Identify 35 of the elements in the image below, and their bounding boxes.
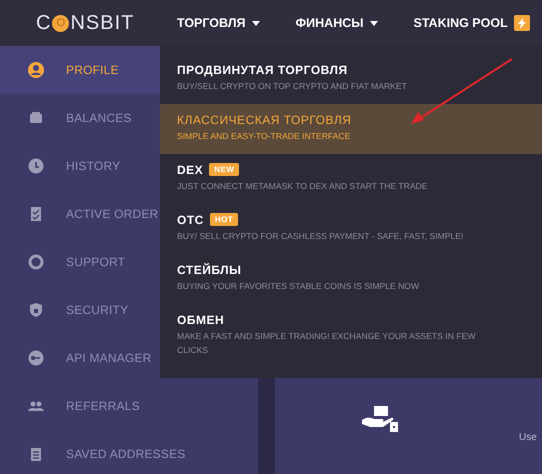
badge: HOT [210, 213, 238, 226]
menu-item[interactable]: OTC $^{HOT}$ BUY/ SELL CRYPTO FOR CASHLESS PAYMENT - SAFE, FAST, SIMPLE! [160, 204, 542, 254]
key-icon [28, 350, 44, 366]
menu-item[interactable]: DEX $^{NEW}$ JUST CONNECT METAMASK TO DEX AND START THE TRADE [160, 154, 542, 204]
stat-label: Use [519, 431, 537, 445]
sidebar-item[interactable]: SAVED ADDRESSES [0, 430, 258, 474]
menu-item[interactable]: КЛАССИЧЕСКАЯ ТОРГОВЛЯ SIMPLE AND EASY-TO-TRADE INTERFACE [160, 104, 542, 154]
notepad-icon [28, 446, 44, 462]
sidebar-item[interactable]: REFERRALS [0, 382, 258, 430]
hand-icon [360, 404, 400, 432]
menu-item-subtitle: BUY/ SELL CRYPTO FOR CASHLESS PAYMENT - SAFE, FAST, SIMPLE! [177, 230, 464, 243]
menu-item-title: СТЕЙБЛЫ [177, 262, 242, 279]
nav-menu-item[interactable]: ФИНАНСЫ [296, 14, 378, 32]
user-icon [28, 62, 44, 78]
menu-item-subtitle: BUYING YOUR FAVORITES STABLE COINS IS SIMPLE NOW [177, 280, 420, 293]
menu-item-title: КЛАССИЧЕСКАЯ ТОРГОВЛЯ [177, 112, 352, 129]
wallet-icon [28, 110, 44, 126]
menu-item-title: ОБМЕН [177, 312, 226, 329]
bolt-icon [514, 15, 530, 31]
menu-item-subtitle: JUST CONNECT METAMASK TO DEX AND START THE TRADE [177, 180, 429, 193]
menu-item-subtitle: SIMPLE AND EASY-TO-TRADE INTERFACE [177, 130, 352, 143]
nav-menu-item[interactable]: ТОРГОВЛЯ [177, 14, 260, 32]
menu-item-title: DEX $^{NEW}$ [177, 161, 520, 179]
nav-menu-item[interactable]: STAKING POOL [414, 14, 530, 32]
menu-item[interactable]: ОБМЕН MAKE A FAST AND SIMPLE TRADING! EXCHANGE YOUR ASSETS IN FEW CLICKS [160, 304, 542, 368]
clock-icon [28, 158, 44, 174]
caret-icon [252, 20, 260, 26]
checklist-icon [28, 206, 44, 222]
support-icon [28, 254, 44, 270]
menu-item[interactable]: СТЕЙБЛЫ BUYING YOUR FAVORITES STABLE COINS IS SIMPLE NOW [160, 254, 542, 304]
shield-icon [28, 302, 44, 318]
menu-item-title: OTC $^{HOT}$ [177, 211, 520, 229]
caret-icon [370, 20, 378, 26]
badge: NEW [209, 163, 240, 176]
menu-item-subtitle: MAKE A FAST AND SIMPLE TRADING! EXCHANGE YOUR ASSETS IN FEW CLICKS [177, 330, 476, 357]
